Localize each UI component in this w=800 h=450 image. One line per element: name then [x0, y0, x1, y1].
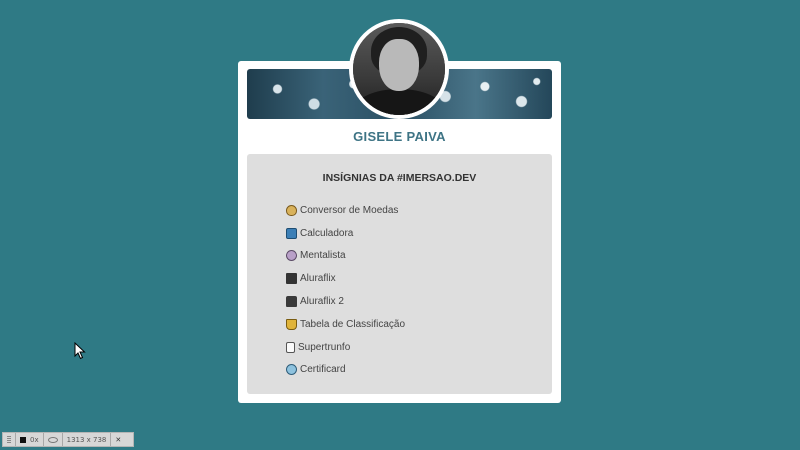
badge-label: Tabela de Classificação	[300, 318, 406, 330]
badge-label: Mentalista	[300, 250, 346, 262]
screen-recorder-toolbar: 0x 1313 x 738 ✕	[2, 432, 134, 447]
badges-title: INSÍGNIAS DA #IMERSAO.DEV	[322, 172, 477, 184]
stop-icon	[20, 436, 26, 443]
list-item: Calculadora	[286, 222, 405, 245]
badge-label: Calculadora	[300, 227, 354, 239]
list-item: Tabela de Classificação	[286, 313, 405, 336]
avatar	[349, 19, 449, 119]
mouse-cursor-icon	[74, 342, 86, 360]
video-camera-icon	[286, 296, 297, 308]
badge-label: Conversor de Moedas	[300, 204, 399, 216]
clapperboard-icon	[286, 273, 297, 285]
list-item: Conversor de Moedas	[286, 199, 405, 222]
money-bag-icon	[286, 204, 297, 216]
brain-icon	[286, 250, 297, 262]
calculator-icon	[286, 227, 297, 239]
profile-name: GISELE PAIVA	[353, 129, 446, 144]
dimensions-display: 1313 x 738	[63, 433, 112, 446]
dimensions-label: 1313 x 738	[66, 435, 107, 444]
globe-icon	[286, 364, 297, 376]
profile-card: GISELE PAIVA INSÍGNIAS DA #IMERSAO.DEV C…	[238, 19, 561, 403]
badge-label: Certificard	[300, 364, 346, 376]
close-button[interactable]: ✕	[111, 433, 125, 446]
badge-label: Aluraflix 2	[300, 296, 344, 308]
badges-panel: INSÍGNIAS DA #IMERSAO.DEV Conversor de M…	[247, 154, 552, 394]
list-item: Certificard	[286, 359, 405, 382]
badge-list: Conversor de Moedas Calculadora Mentalis…	[286, 199, 405, 381]
zoom-value: 0x	[30, 435, 39, 444]
eye-icon	[47, 436, 58, 443]
badge-label: Aluraflix	[300, 273, 336, 285]
playing-card-icon	[286, 341, 295, 353]
list-item: Aluraflix	[286, 267, 405, 290]
list-item: Mentalista	[286, 245, 405, 268]
badge-label: Supertrunfo	[298, 341, 351, 353]
close-icon: ✕	[115, 435, 122, 444]
list-item: Supertrunfo	[286, 336, 405, 359]
visibility-button[interactable]	[44, 433, 63, 446]
drag-handle[interactable]	[3, 433, 16, 446]
list-item: Aluraflix 2	[286, 290, 405, 313]
stop-record-button[interactable]: 0x	[16, 433, 44, 446]
trophy-icon	[286, 318, 297, 330]
grip-icon	[7, 435, 11, 444]
